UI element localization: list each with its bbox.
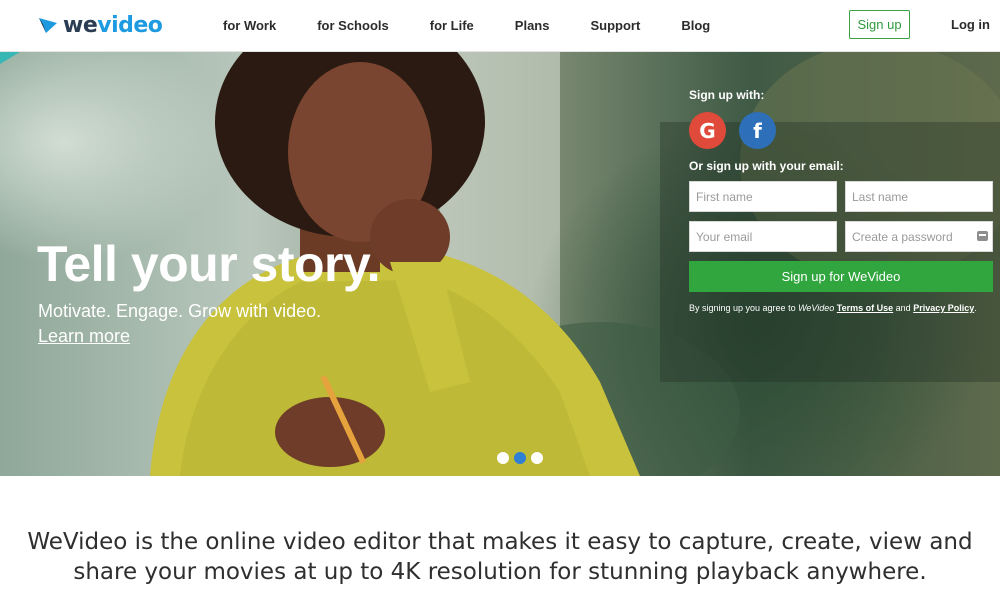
terms-and: and — [893, 303, 914, 313]
nav-item-for-life[interactable]: for Life — [430, 18, 474, 33]
hero-subtitle: Motivate. Engage. Grow with video. — [38, 301, 322, 321]
tagline-line-2: share your movies at up to 4K resolution… — [73, 559, 927, 585]
header-login-link[interactable]: Log in — [951, 17, 990, 32]
nav-item-support[interactable]: Support — [590, 18, 640, 33]
nav-item-for-schools[interactable]: for Schools — [317, 18, 389, 33]
password-field[interactable] — [845, 221, 993, 252]
carousel-dot-2[interactable] — [514, 452, 526, 464]
learn-more-link[interactable]: Learn more — [38, 326, 130, 347]
nav-item-plans[interactable]: Plans — [515, 18, 550, 33]
email-field[interactable] — [689, 221, 837, 252]
teal-corner-accent — [0, 52, 20, 64]
hero-title: Tell your story. — [37, 236, 381, 292]
carousel-dots — [497, 452, 548, 464]
terms-prefix: By signing up you agree to — [689, 303, 799, 313]
password-key-icon[interactable] — [977, 231, 988, 241]
signup-submit-button[interactable]: Sign up for WeVideo — [689, 261, 993, 292]
facebook-icon: f — [753, 118, 762, 143]
privacy-policy-link[interactable]: Privacy Policy — [913, 303, 974, 313]
terms-suffix: . — [974, 303, 977, 313]
carousel-dot-3[interactable] — [531, 452, 543, 464]
tagline: WeVideo is the online video editor that … — [0, 527, 1000, 587]
main-nav: for Work for Schools for Life Plans Supp… — [223, 0, 751, 50]
signup-with-label: Sign up with: — [689, 88, 765, 102]
nav-item-for-work[interactable]: for Work — [223, 18, 276, 33]
terms-notice: By signing up you agree to WeVideo Terms… — [689, 303, 977, 313]
google-icon: G — [699, 118, 716, 143]
first-name-field[interactable] — [689, 181, 837, 212]
carousel-dot-1[interactable] — [497, 452, 509, 464]
terms-brand: WeVideo — [798, 303, 835, 313]
signup-panel: Sign up with: G f Or sign up with your e… — [689, 88, 994, 331]
signup-form: Sign up for WeVideo By signing up you ag… — [689, 181, 994, 331]
header-signup-button[interactable]: Sign up — [849, 10, 910, 39]
facebook-signup-button[interactable]: f — [739, 112, 776, 149]
wevideo-logo[interactable]: wevideo — [38, 10, 163, 40]
terms-of-use-link[interactable]: Terms of Use — [837, 303, 893, 313]
email-signup-label: Or sign up with your email: — [689, 159, 844, 173]
tagline-line-1: WeVideo is the online video editor that … — [27, 529, 973, 555]
site-header: wevideo for Work for Schools for Life Pl… — [0, 0, 1000, 52]
logo-text-suffix: video — [97, 12, 163, 38]
logo-text: wevideo — [63, 12, 163, 38]
logo-text-prefix: we — [63, 12, 98, 38]
google-signup-button[interactable]: G — [689, 112, 726, 149]
nav-item-blog[interactable]: Blog — [681, 18, 710, 33]
social-signup-buttons: G f — [689, 112, 994, 149]
last-name-field[interactable] — [845, 181, 993, 212]
wevideo-logo-icon — [39, 18, 57, 33]
